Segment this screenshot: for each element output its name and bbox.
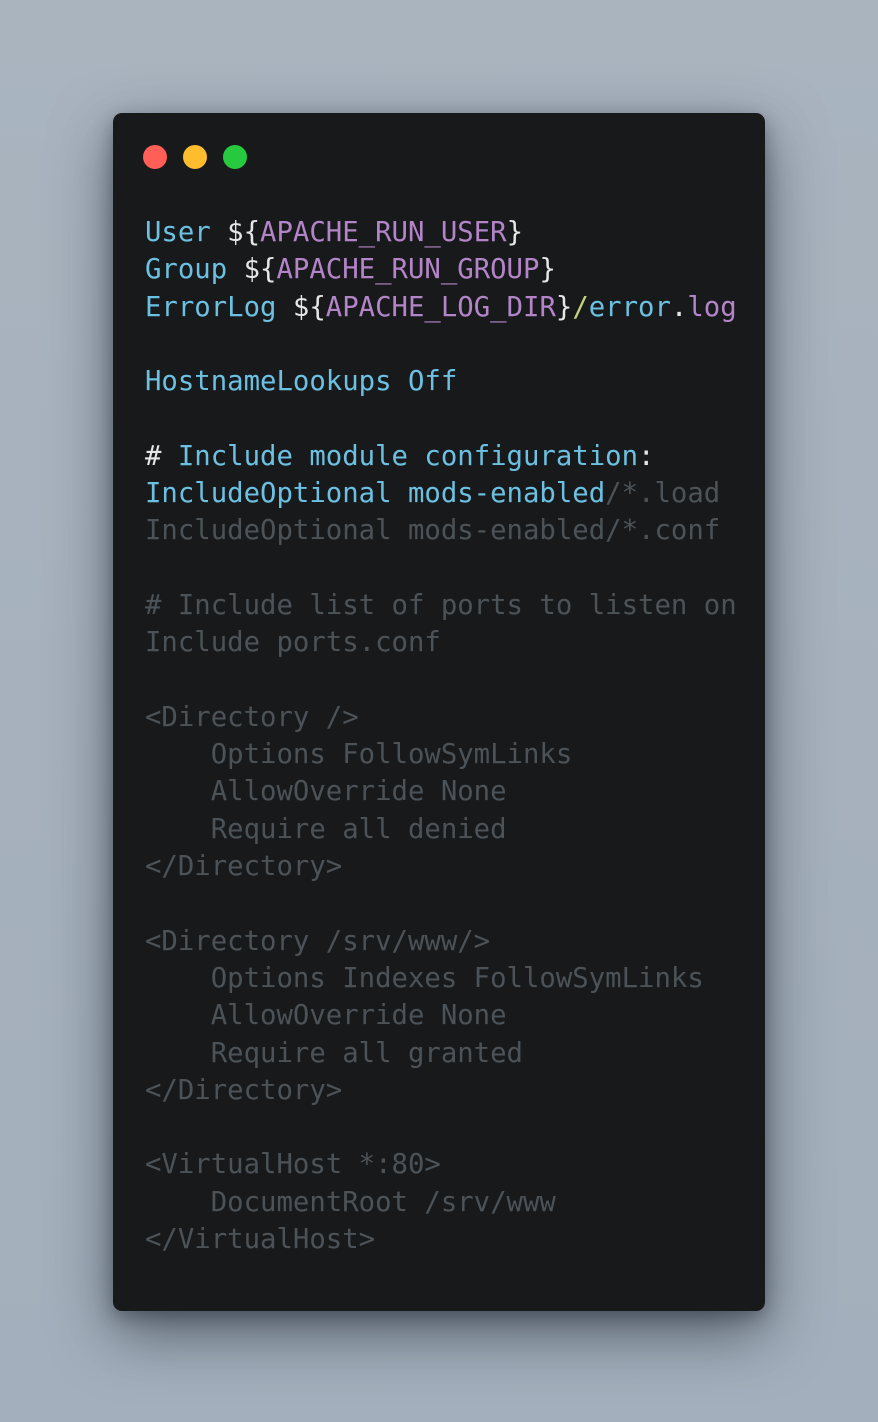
- code-token: $: [227, 217, 244, 248]
- code-line: </Directory>: [145, 1072, 737, 1109]
- code-token: </Directory>: [145, 851, 343, 883]
- code-line: ErrorLog ${APACHE_LOG_DIR}/error.log: [145, 289, 737, 326]
- code-token: Include module configuration: [177, 440, 639, 472]
- code-token: Require all denied: [145, 813, 507, 845]
- code-token: }: [506, 217, 523, 248]
- code-token: .: [670, 291, 688, 323]
- code-line: </Directory>: [145, 848, 737, 885]
- code-line: Group ${APACHE_RUN_GROUP}: [145, 251, 737, 288]
- code-line: # Include module configuration:: [145, 438, 737, 475]
- code-token: Include ports.conf: [145, 627, 441, 659]
- code-token: DocumentRoot /srv/www: [145, 1186, 556, 1218]
- code-token: AllowOverride None: [145, 776, 507, 808]
- code-line: # Include list of ports to listen on: [145, 587, 737, 624]
- code-token: IncludeOptional mods-enabled/*.conf: [145, 515, 721, 547]
- maximize-icon[interactable]: [223, 145, 247, 169]
- code-token: $: [243, 254, 261, 286]
- code-token: HostnameLookups Off: [145, 366, 458, 398]
- code-token: {: [243, 217, 261, 248]
- code-token: User: [145, 217, 228, 248]
- code-token: APACHE_RUN_GROUP: [276, 254, 540, 286]
- code-token: <VirtualHost *:80>: [145, 1149, 441, 1181]
- code-token: <Directory />: [145, 701, 359, 733]
- code-token: error: [588, 291, 671, 323]
- code-token: # Include list of ports to listen on: [145, 589, 737, 621]
- code-token: /: [572, 291, 589, 323]
- code-token: IncludeOptional mods-enabled: [145, 478, 606, 510]
- code-window: User ${APACHE_RUN_USER} Group ${APACHE_RU…: [113, 113, 765, 1311]
- code-token: :: [638, 440, 655, 472]
- code-token: $: [292, 291, 310, 323]
- code-block: User ${APACHE_RUN_USER} Group ${APACHE_RU…: [145, 214, 737, 1258]
- minimize-icon[interactable]: [183, 145, 207, 169]
- code-token: Options FollowSymLinks: [145, 739, 573, 771]
- code-line: Require all denied: [145, 811, 737, 848]
- code-token: }: [539, 254, 556, 286]
- code-line: Require all granted: [145, 1035, 737, 1072]
- code-line: Options FollowSymLinks: [145, 736, 737, 773]
- code-line: Include ports.conf: [145, 624, 737, 661]
- code-token: {: [309, 291, 326, 323]
- code-line: IncludeOptional mods-enabled/*.conf: [145, 512, 737, 549]
- code-token: ErrorLog: [145, 291, 293, 323]
- code-line: User ${APACHE_RUN_USER}: [145, 214, 737, 251]
- code-token: log: [687, 291, 737, 323]
- window-controls: [143, 145, 247, 169]
- code-token: }: [555, 291, 573, 323]
- code-line: <Directory />: [145, 699, 737, 736]
- code-token: APACHE_LOG_DIR: [325, 291, 556, 323]
- code-token: <Directory /srv/www/>: [145, 925, 491, 957]
- code-line: DocumentRoot /srv/www: [145, 1184, 737, 1221]
- code-line: AllowOverride None: [145, 773, 737, 810]
- code-token: APACHE_RUN_USER: [260, 217, 507, 248]
- code-line: IncludeOptional mods-enabled/*.load: [145, 475, 737, 512]
- code-token: </VirtualHost>: [145, 1224, 376, 1256]
- code-line: <VirtualHost *:80>: [145, 1146, 737, 1183]
- code-token: Group: [145, 254, 244, 286]
- code-token: AllowOverride None: [145, 1000, 507, 1032]
- code-token: #: [145, 440, 178, 472]
- code-line: <Directory /srv/www/>: [145, 923, 737, 960]
- code-token: </Directory>: [145, 1074, 343, 1106]
- code-line: AllowOverride None: [145, 997, 737, 1034]
- code-token: Require all granted: [145, 1037, 523, 1069]
- close-icon[interactable]: [143, 145, 167, 169]
- code-line: </VirtualHost>: [145, 1221, 737, 1258]
- code-token: /*.load: [605, 478, 721, 510]
- code-line: Options Indexes FollowSymLinks: [145, 960, 737, 997]
- code-line: HostnameLookups Off: [145, 363, 737, 400]
- code-token: {: [260, 254, 277, 286]
- code-token: Options Indexes FollowSymLinks: [145, 962, 704, 994]
